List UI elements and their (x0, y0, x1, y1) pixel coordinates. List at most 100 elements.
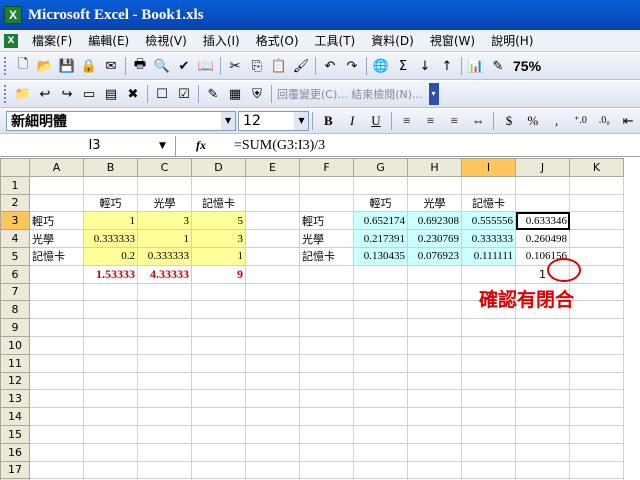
row-header[interactable]: 6 (0, 264, 30, 284)
italic-button[interactable]: I (341, 111, 363, 131)
bold-button[interactable]: B (317, 111, 339, 131)
menu-file[interactable]: 檔案(F) (24, 32, 80, 49)
excel-app-icon[interactable]: X (4, 6, 22, 24)
align-center-icon[interactable]: ≡ (420, 111, 442, 131)
menu-insert[interactable]: 插入(I) (195, 32, 248, 49)
chevron-down-icon[interactable]: ▼ (294, 112, 309, 130)
row-header[interactable]: 14 (0, 407, 30, 426)
cell-table[interactable]: A B C D E F G H I J K 1 2 輕巧 光學 記憶卡 輕巧 光… (0, 158, 624, 480)
accept-icon[interactable]: ☑ (174, 84, 194, 104)
redo-icon[interactable]: ↷ (342, 56, 362, 76)
menu-view[interactable]: 檢視(V) (137, 32, 195, 49)
cell-D3[interactable]: 5 (191, 211, 246, 231)
cell-B3[interactable]: 1 (83, 211, 138, 231)
increase-decimal-button[interactable]: ⁺.0 (570, 111, 592, 131)
row-header[interactable]: 13 (0, 389, 30, 409)
cell[interactable] (245, 211, 300, 231)
row-header[interactable]: 9 (0, 318, 30, 337)
worksheet-grid[interactable]: A B C D E F G H I J K 1 2 輕巧 光學 記憶卡 輕巧 光… (0, 158, 640, 480)
protect-icon[interactable]: ⛨ (247, 84, 267, 104)
cell-H2[interactable]: 光學 (407, 193, 462, 213)
cell-F4[interactable]: 光學 (299, 229, 354, 248)
insert-function-icon[interactable]: fx (176, 138, 226, 153)
column-header[interactable]: F (299, 158, 354, 177)
cell[interactable] (245, 246, 300, 266)
menu-data[interactable]: 資料(D) (363, 32, 422, 49)
cell-D6[interactable]: 9 (191, 264, 246, 284)
column-header[interactable]: A (29, 158, 84, 177)
autosum-icon[interactable]: Σ (393, 56, 413, 76)
compare-icon[interactable]: ▦ (225, 84, 245, 104)
decrease-indent-icon[interactable]: ⇤ (617, 111, 639, 131)
menu-help[interactable]: 說明(H) (483, 32, 541, 49)
menu-format[interactable]: 格式(O) (248, 32, 307, 49)
cell[interactable] (515, 175, 570, 195)
row-header-selected[interactable]: 3 (0, 211, 30, 231)
row-header[interactable]: 7 (0, 282, 30, 302)
cell-C3[interactable]: 3 (137, 211, 192, 231)
cell-A3[interactable]: 輕巧 (29, 211, 84, 231)
row-header[interactable]: 12 (0, 371, 30, 391)
row-header[interactable]: 4 (0, 229, 30, 248)
cell-B2[interactable]: 輕巧 (83, 193, 138, 213)
row-header[interactable]: 2 (0, 193, 30, 213)
print-preview-icon[interactable]: 🔍 (152, 56, 172, 76)
row-header[interactable]: 17 (0, 460, 30, 480)
cell[interactable] (83, 175, 138, 195)
menu-window[interactable]: 視窗(W) (422, 32, 483, 49)
forward-icon[interactable]: ↪ (57, 84, 77, 104)
column-header[interactable]: D (191, 158, 246, 177)
column-header[interactable]: E (245, 158, 300, 177)
cell[interactable] (245, 193, 300, 213)
column-header[interactable]: G (353, 158, 408, 177)
column-header[interactable]: C (137, 158, 192, 177)
menu-tools[interactable]: 工具(T) (307, 32, 364, 49)
research-icon[interactable]: 📖 (196, 56, 216, 76)
cell[interactable] (569, 211, 624, 231)
reply-icon[interactable]: ↩ (35, 84, 55, 104)
cell[interactable] (461, 264, 516, 284)
cell[interactable] (299, 175, 354, 195)
row-header[interactable]: 1 (0, 175, 30, 195)
chevron-down-icon[interactable]: ▼ (159, 141, 175, 151)
cell-J4[interactable]: 0.260498 (515, 229, 570, 248)
font-size-select[interactable]: 12 ▼ (238, 111, 310, 131)
permission-icon[interactable]: 🔒 (79, 56, 99, 76)
cell-I3[interactable]: 0.555556 (461, 211, 516, 231)
sort-ascending-icon[interactable]: ↓ (415, 56, 435, 76)
cell[interactable] (569, 193, 624, 213)
cell-F3[interactable]: 輕巧 (299, 211, 354, 231)
cell-H5[interactable]: 0.076923 (407, 246, 462, 266)
cell-B6[interactable]: 1.53333 (83, 264, 138, 284)
cell-H3[interactable]: 0.692308 (407, 211, 462, 231)
cell-C4[interactable]: 1 (137, 229, 192, 248)
toolbar-options-icon[interactable]: ▾ (428, 83, 439, 105)
cell-D2[interactable]: 記憶卡 (191, 193, 246, 213)
cell[interactable] (245, 264, 300, 284)
chart-wizard-icon[interactable]: 📊 (466, 56, 486, 76)
row-header[interactable]: 10 (0, 335, 30, 355)
chevron-down-icon[interactable]: ▼ (221, 112, 236, 130)
cell[interactable] (245, 175, 300, 195)
currency-button[interactable]: $ (498, 111, 520, 131)
row-header[interactable]: 5 (0, 246, 30, 266)
column-header[interactable]: B (83, 158, 138, 177)
cell-I5[interactable]: 0.111111 (461, 246, 516, 266)
cell-H4[interactable]: 0.230769 (407, 229, 462, 248)
cut-icon[interactable]: ✂ (225, 56, 245, 76)
align-left-icon[interactable]: ≡ (396, 111, 418, 131)
workbook-icon[interactable]: X (4, 33, 18, 48)
cell[interactable] (353, 175, 408, 195)
cell[interactable] (461, 175, 516, 195)
print-icon[interactable]: 🖶 (130, 56, 150, 76)
toolbar-grip[interactable] (4, 57, 8, 75)
cell-A4[interactable]: 光學 (29, 229, 84, 248)
column-header[interactable]: J (515, 158, 570, 177)
paste-icon[interactable]: 📋 (269, 56, 289, 76)
cell-C2[interactable]: 光學 (137, 193, 192, 213)
row-header[interactable]: 8 (0, 300, 30, 320)
undo-icon[interactable]: ↶ (320, 56, 340, 76)
spelling-icon[interactable]: ✔ (174, 56, 194, 76)
track-icon[interactable]: ☐ (152, 84, 172, 104)
cell[interactable] (407, 175, 462, 195)
